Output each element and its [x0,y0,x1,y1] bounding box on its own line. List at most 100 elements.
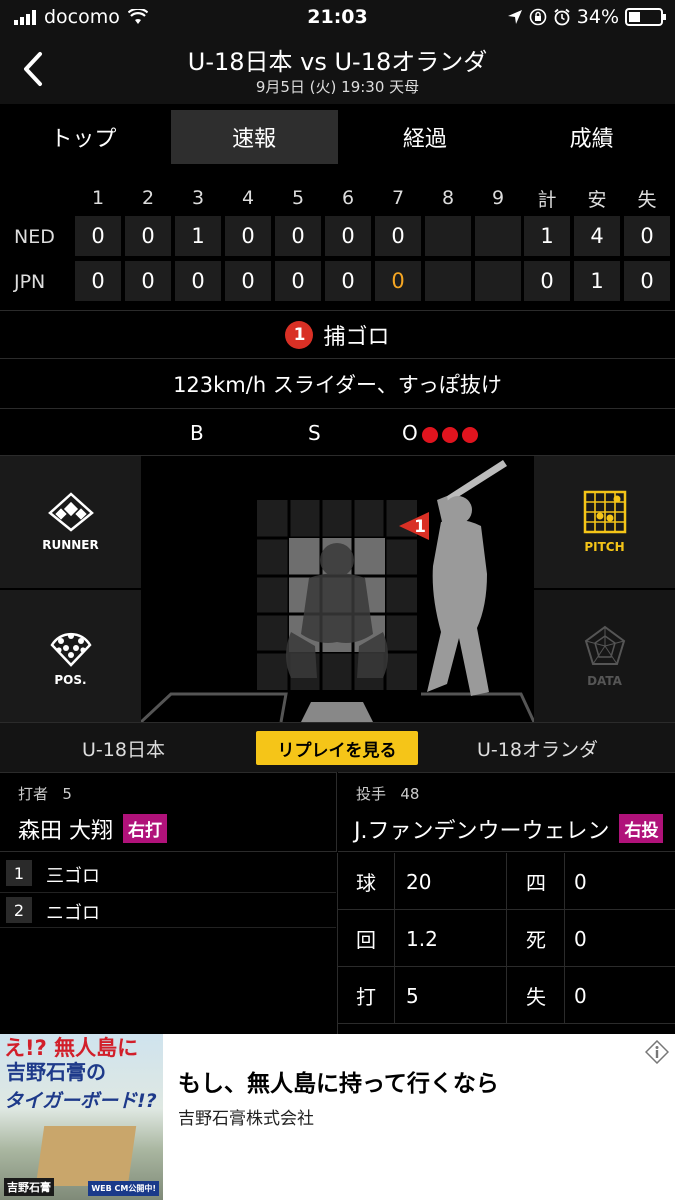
stat-label: 失 [526,985,546,1009]
battery-fill [629,12,640,22]
batter-panel[interactable]: 打者 5 森田 大翔 右打 [0,772,337,852]
pitch-grid-icon [583,490,626,534]
ad-image-brand: 吉野石膏 [4,1178,54,1196]
score-cell: 0 [175,261,221,301]
scoreboard-header-row: 1 2 3 4 5 6 7 8 9 計 安 失 [0,178,675,218]
ad-banner[interactable]: え!? 無人島に 吉野石膏の タイガーボード!? 吉野石膏 WEB CM公開中!… [0,1034,675,1200]
balls-label: B [190,421,204,445]
outs-indicator: O [402,421,478,445]
play-result-text: 捕ゴロ [323,324,390,350]
score-cell: 1 [574,261,620,301]
column-header: 安 [587,188,607,211]
score-cell [475,261,521,301]
column-header: 6 [341,187,355,209]
stat-label: 打 [356,985,376,1009]
out-dots [418,421,478,445]
strike-zone-view: 1 [141,460,534,722]
pitch-button[interactable]: PITCH [534,456,675,588]
score-cell [425,216,471,256]
batter-hand-badge: 右打 [123,814,167,843]
stats-row: 回 1.2 死 0 [338,910,675,967]
at-bat-number: 1 [6,860,32,886]
home-team-name: U-18日本 [82,739,165,761]
out-dot [461,426,478,443]
strikes-label: S [308,421,321,445]
tab-stats[interactable]: 成績 [508,110,675,164]
field-view: RUNNER POS. PITCH DATA 1 [0,456,675,722]
status-bar: docomo 21:03 34% [0,0,675,34]
runner-button[interactable]: RUNNER [0,456,141,588]
score-cell: 0 [375,216,421,256]
at-bat-result: 三ゴロ [46,866,100,887]
score-cell: 0 [275,216,321,256]
column-header: 1 [91,187,105,209]
column-header: 9 [491,187,505,209]
ad-headline[interactable]: もし、無人島に持って行くなら [178,1064,499,1098]
play-number-badge: 1 [285,320,314,349]
score-cell: 0 [75,216,121,256]
score-cell: 0 [225,261,271,301]
team-abbr: JPN [14,271,46,293]
tab-bar: トップ 速報 経過 成績 [0,110,675,164]
score-cell: 0 [624,261,670,301]
positions-diamond-icon [49,632,92,667]
score-cell: 4 [574,216,620,256]
stat-value: 0 [574,983,587,1008]
alarm-icon [554,8,570,26]
tab-top[interactable]: トップ [0,110,167,164]
ad-image[interactable]: え!? 無人島に 吉野石膏の タイガーボード!? 吉野石膏 WEB CM公開中! [0,1034,163,1200]
scoreboard-row-ned: NED 0010000140 [0,216,675,256]
team-bar: U-18日本 リプレイを見る U-18オランダ [0,722,675,772]
score-cell: 1 [175,216,221,256]
score-cell: 0 [75,261,121,301]
status-right: 34% [507,6,666,28]
svg-text:1: 1 [414,517,426,537]
battery-icon [625,8,666,26]
batter-name-line: 森田 大翔 右打 [18,813,167,845]
ad-info-icon[interactable] [645,1040,669,1064]
data-label: DATA [587,674,622,688]
data-radar-icon [584,625,625,665]
score-cell: 0 [275,261,321,301]
at-bat-row: 1 三ゴロ [0,856,336,892]
away-team-name: U-18オランダ [477,739,598,761]
stat-label: 球 [356,871,376,895]
game-datetime-venue: 9月5日 (火) 19:30 天母 [255,78,420,96]
ad-company: 吉野石膏株式会社 [178,1109,314,1129]
score-cell: 0 [225,216,271,256]
game-title: U-18日本 vs U-18オランダ [187,48,488,76]
at-bat-row: 2 ニゴロ [0,892,336,928]
positions-label: POS. [54,673,87,687]
play-result: 1 捕ゴロ [0,310,675,358]
column-header: 計 [537,188,557,211]
battery-percent: 34% [576,6,619,28]
pitch-description: 123km/h スライダー、すっぽ抜け [0,358,675,408]
tab-progress[interactable]: 経過 [342,110,509,164]
score-cell [425,261,471,301]
column-header: 5 [291,187,305,209]
score-cell: 0 [325,216,371,256]
score-cell: 0 [125,216,171,256]
pitch-description-text: 123km/h スライダー、すっぽ抜け [173,372,502,397]
score-cell: 1 [524,216,570,256]
pitcher-panel[interactable]: 投手 48 J.ファンデンウーウェレン 右投 [338,772,675,852]
stats-row: 球 20 四 0 [338,853,675,910]
positions-button[interactable]: POS. [0,590,141,722]
replay-button[interactable]: リプレイを見る [256,731,418,765]
batter-name: 森田 大翔 [18,819,113,844]
pitcher-role: 投手 48 [356,785,420,803]
stats-row: 打 5 失 0 [338,967,675,1024]
column-header: 7 [391,187,405,209]
score-cell: 0 [125,261,171,301]
column-header: 失 [637,188,657,211]
pitcher-name-line: J.ファンデンウーウェレン 右投 [354,813,664,845]
team-abbr: NED [14,226,55,248]
tab-live[interactable]: 速報 [170,110,338,164]
runner-diamond-icon [47,492,94,532]
outs-label: O [402,421,418,445]
ad-image-cm: WEB CM公開中! [88,1181,159,1196]
stat-value: 0 [574,926,587,951]
score-cell: 0 [375,261,421,301]
batter-role: 打者 5 [18,785,72,803]
data-button[interactable]: DATA [534,590,675,722]
